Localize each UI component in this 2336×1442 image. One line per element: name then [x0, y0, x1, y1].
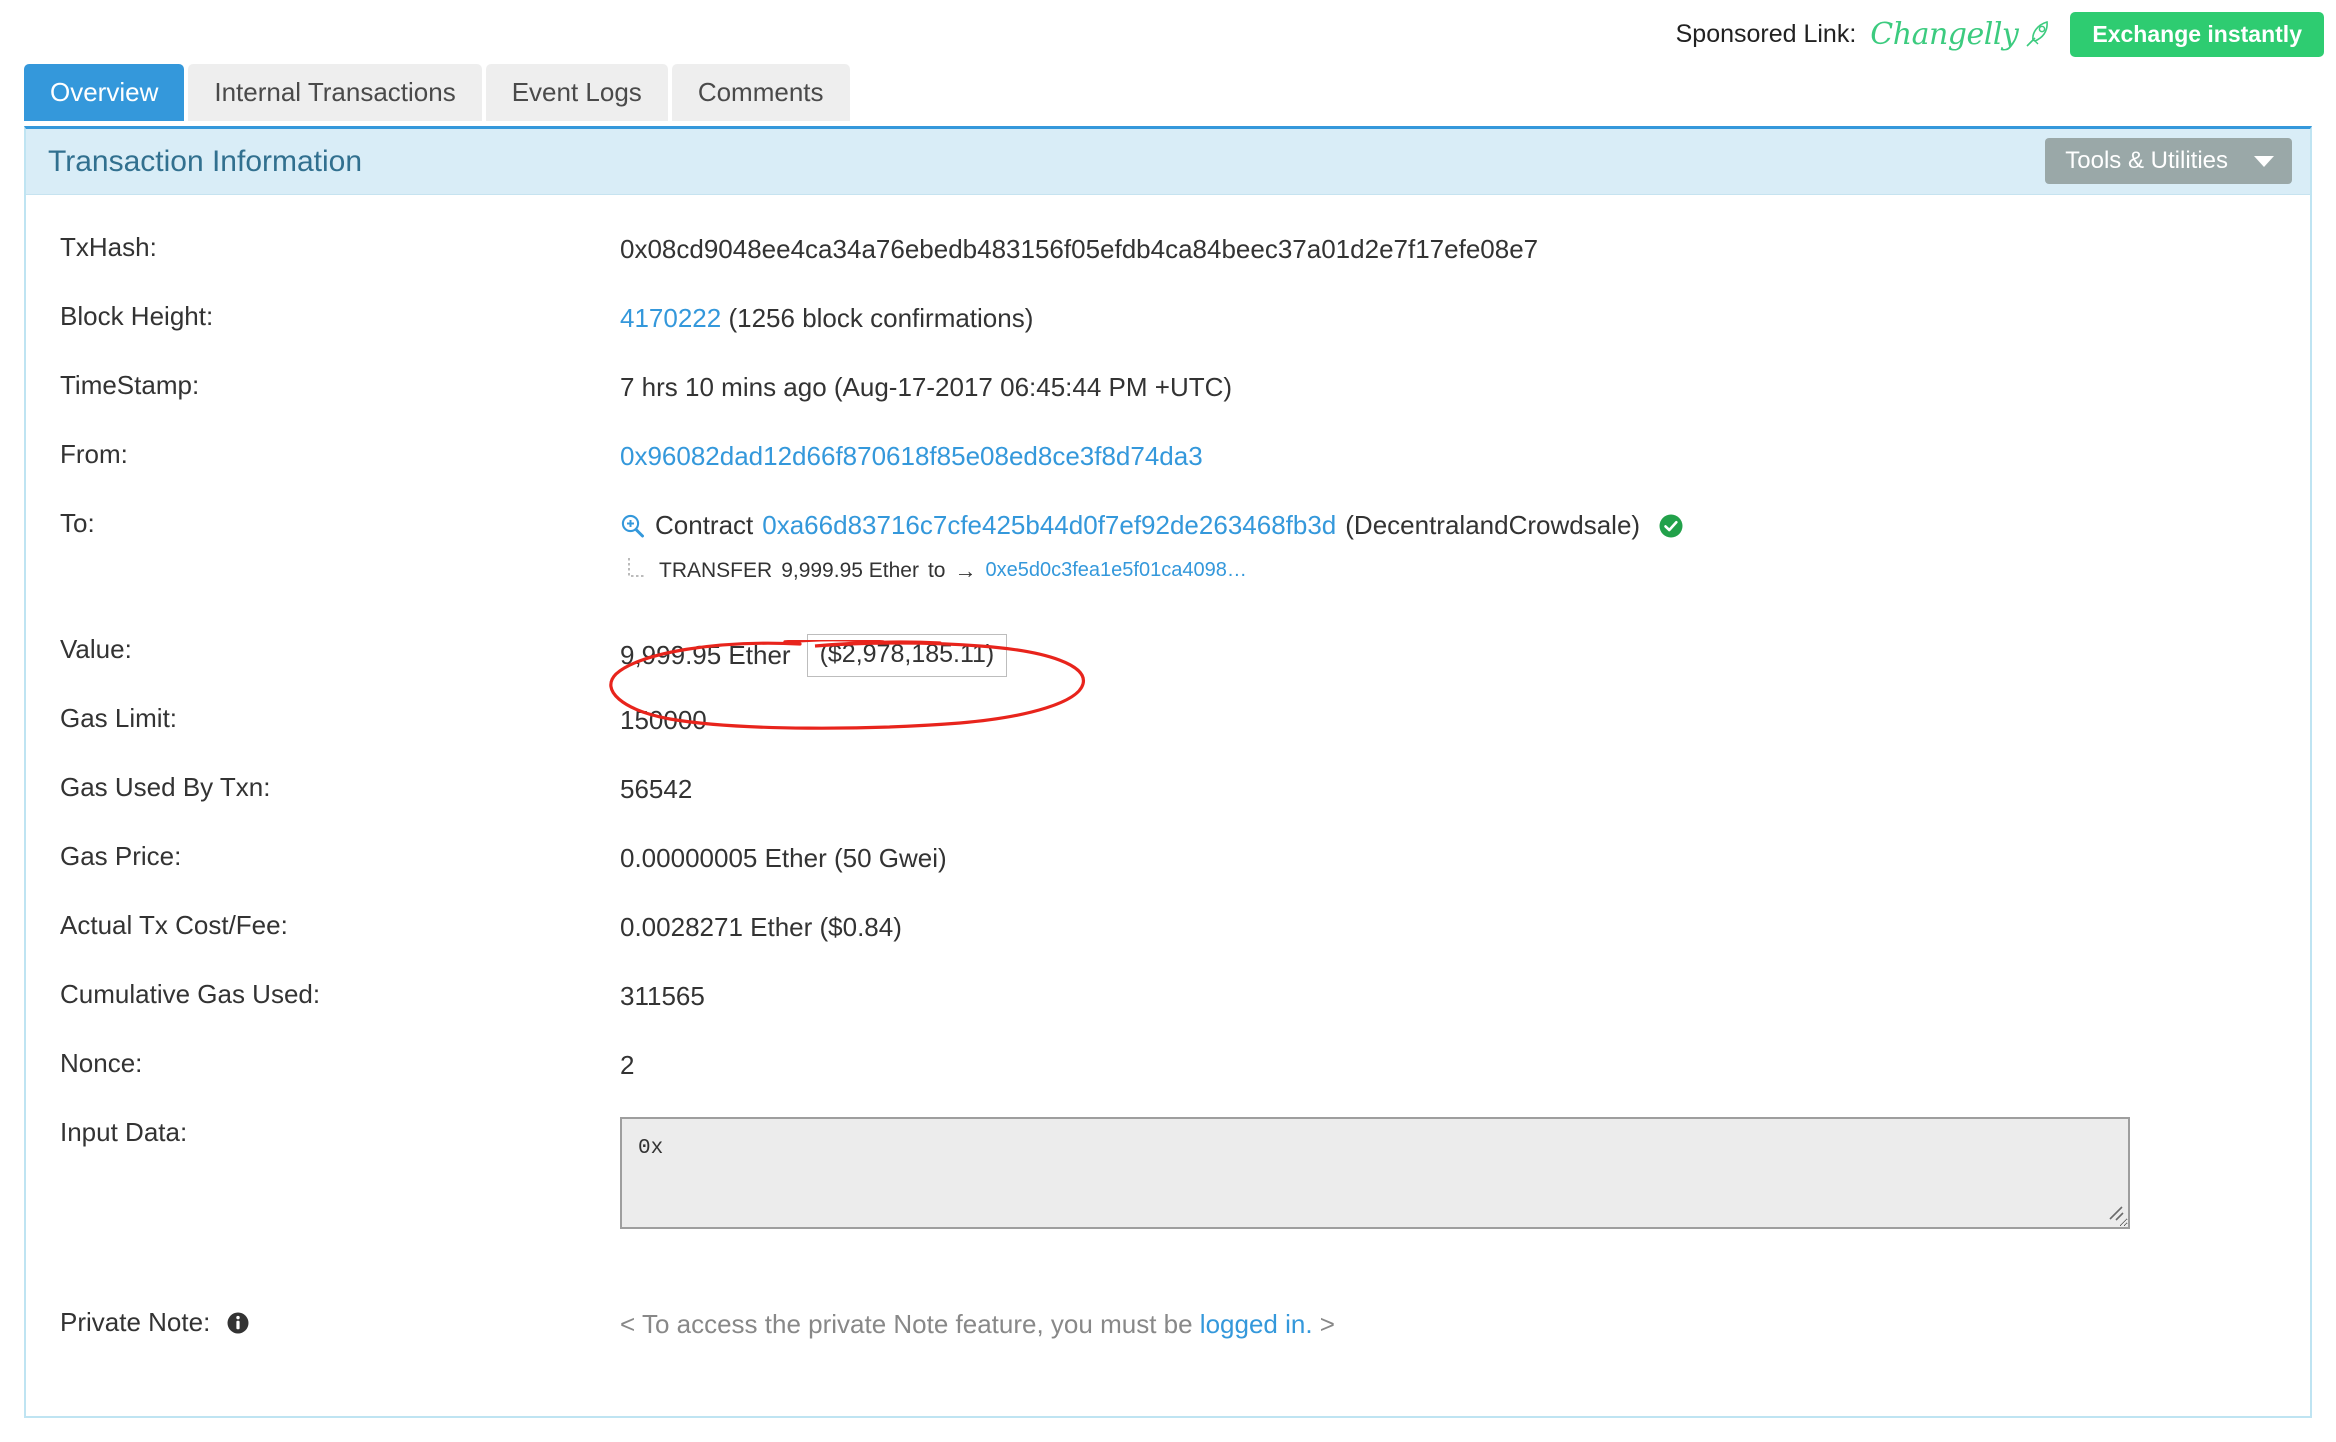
gas-limit-label: Gas Limit: — [60, 703, 178, 733]
gas-price-value: 0.00000005 Ether (50 Gwei) — [620, 843, 947, 873]
logged-in-link[interactable]: logged in. — [1200, 1309, 1313, 1339]
timestamp-value: 7 hrs 10 mins ago (Aug-17-2017 06:45:44 … — [620, 372, 1233, 402]
row-timestamp: TimeStamp: 7 hrs 10 mins ago (Aug-17-201… — [26, 367, 2310, 436]
txhash-value: 0x08cd9048ee4ca34a76ebedb483156f05efdb4c… — [620, 234, 1539, 264]
private-note-message: < To access the private Note feature, yo… — [620, 1304, 1335, 1342]
row-nonce: Nonce: 2 — [26, 1045, 2310, 1114]
row-txhash: TxHash: 0x08cd9048ee4ca34a76ebedb483156f… — [26, 229, 2310, 298]
input-data-label: Input Data: — [60, 1117, 188, 1147]
row-tx-fee: Actual Tx Cost/Fee: 0.0028271 Ether ($0.… — [26, 907, 2310, 976]
row-cumulative-gas: Cumulative Gas Used: 311565 — [26, 976, 2310, 1045]
tree-connector-icon — [628, 557, 646, 577]
exchange-instantly-button[interactable]: Exchange instantly — [2070, 11, 2324, 57]
to-contract-address-link[interactable]: 0xa66d83716c7cfe425b44d0f7ef92de263468fb… — [762, 508, 1336, 543]
block-height-link[interactable]: 4170222 — [620, 303, 721, 333]
row-gas-limit: Gas Limit: 150000 — [26, 700, 2310, 769]
gas-used-value: 56542 — [620, 774, 693, 804]
private-note-label: Private Note: — [60, 1307, 211, 1337]
row-gas-price: Gas Price: 0.00000005 Ether (50 Gwei) — [26, 838, 2310, 907]
value-amount-group: 9,999.95 Ether ($2,978,185.11) — [620, 634, 1008, 677]
rocket-icon — [2026, 20, 2049, 47]
block-height-label: Block Height: — [60, 301, 214, 331]
nonce-label: Nonce: — [60, 1048, 143, 1078]
tx-fee-value: 0.0028271 Ether ($0.84) — [620, 912, 902, 942]
to-contract-line: Contract 0xa66d83716c7cfe425b44d0f7ef92d… — [620, 508, 1685, 543]
tools-and-utilities-button[interactable]: Tools & Utilities — [2045, 138, 2292, 184]
row-to: To: Contract 0xa66d83716c7cfe425b44d0f7e… — [26, 505, 2310, 631]
tab-event-logs[interactable]: Event Logs — [485, 64, 668, 121]
transfer-amount: 9,999.95 Ether — [781, 558, 919, 582]
tx-fee-label: Actual Tx Cost/Fee: — [60, 910, 288, 940]
transaction-information-panel: Transaction Information Tools & Utilitie… — [24, 126, 2312, 1418]
txhash-label: TxHash: — [60, 232, 157, 262]
input-data-textarea[interactable] — [620, 1117, 2130, 1229]
row-value: Value: 9,999.95 Ether ($2,978,185.11) — [26, 631, 2310, 700]
gas-used-label: Gas Used By Txn: — [60, 772, 271, 802]
arrow-right-icon: → — [954, 558, 977, 584]
to-transfer-line: TRANSFER 9,999.95 Ether to → 0xe5d0c3fea… — [620, 556, 1685, 586]
block-height-value: 4170222 (1256 block confirmations) — [620, 298, 1033, 336]
private-note-suffix: > — [1312, 1309, 1335, 1339]
row-input-data: Input Data: — [26, 1114, 2310, 1244]
from-address-link[interactable]: 0x96082dad12d66f870618f85e08ed8ce3f8d74d… — [620, 441, 1203, 471]
tab-overview[interactable]: Overview — [24, 64, 185, 121]
value-ether: 9,999.95 Ether — [620, 639, 791, 670]
cumulative-gas-label: Cumulative Gas Used: — [60, 979, 321, 1009]
panel-heading: Transaction Information Tools & Utilitie… — [26, 129, 2310, 195]
gas-price-label: Gas Price: — [60, 841, 182, 871]
page-title: Transaction Information — [48, 144, 363, 178]
row-gas-used: Gas Used By Txn: 56542 — [26, 769, 2310, 838]
zoom-in-icon[interactable] — [620, 513, 646, 539]
timestamp-label: TimeStamp: — [60, 370, 200, 400]
changelly-wordmark: Changelly — [1870, 16, 2019, 52]
value-label: Value: — [60, 634, 132, 664]
to-label: To: — [60, 508, 95, 538]
value-usd-badge: ($2,978,185.11) — [806, 634, 1008, 677]
to-contract-name: (DecentralandCrowdsale) — [1345, 510, 1641, 540]
tools-and-utilities-label: Tools & Utilities — [2065, 147, 2228, 174]
row-private-note: Private Note: < To access the private No… — [26, 1304, 2310, 1373]
private-note-prefix: < To access the private Note feature, yo… — [620, 1309, 1200, 1339]
chevron-down-icon — [2254, 155, 2274, 167]
block-confirmations-text: (1256 block confirmations) — [728, 303, 1034, 333]
changelly-logo[interactable]: Changelly — [1870, 17, 2056, 52]
transaction-details-list: TxHash: 0x08cd9048ee4ca34a76ebedb483156f… — [26, 195, 2310, 1373]
transfer-address-link[interactable]: 0xe5d0c3fea1e5f01ca4098… — [985, 557, 1246, 584]
cumulative-gas-value: 311565 — [620, 981, 705, 1011]
nonce-value: 2 — [620, 1050, 635, 1080]
row-block-height: Block Height: 4170222 (1256 block confir… — [26, 298, 2310, 367]
check-circle-icon — [1659, 514, 1683, 538]
tab-internal-transactions[interactable]: Internal Transactions — [188, 64, 482, 121]
sponsored-link-label: Sponsored Link: — [1675, 19, 1857, 48]
gas-limit-value: 150000 — [620, 705, 707, 735]
sponsored-link-bar: Sponsored Link: Changelly Exchange insta… — [1676, 0, 2324, 68]
row-from: From: 0x96082dad12d66f870618f85e08ed8ce3… — [26, 436, 2310, 505]
tab-comments[interactable]: Comments — [671, 64, 850, 121]
transfer-to-word: to — [927, 558, 946, 582]
info-icon[interactable] — [226, 1311, 250, 1335]
to-contract-prefix: Contract — [655, 510, 754, 540]
private-note-label-group: Private Note: — [60, 1304, 620, 1338]
tab-bar: Overview Internal Transactions Event Log… — [24, 64, 854, 121]
resize-grip-icon[interactable] — [2105, 1202, 2125, 1222]
from-label: From: — [60, 439, 128, 469]
transfer-label: TRANSFER — [659, 558, 773, 582]
